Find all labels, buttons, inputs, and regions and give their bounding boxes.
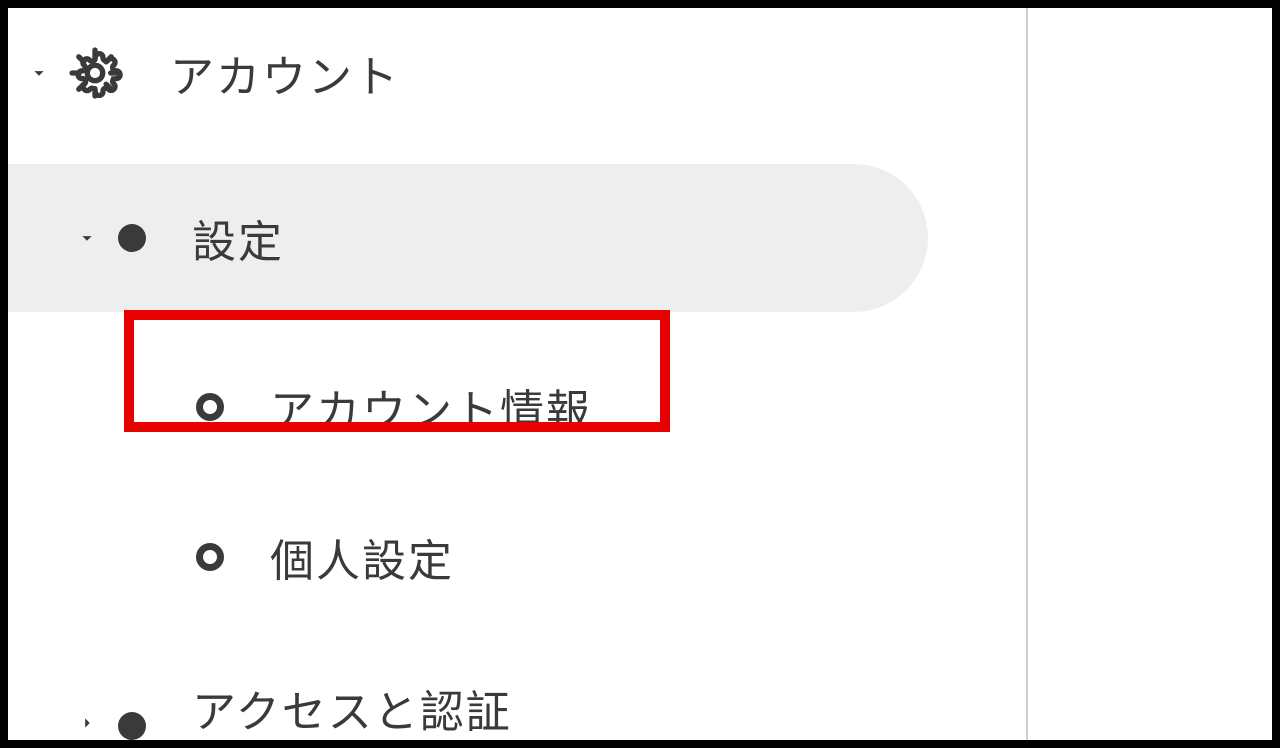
- chevron-down-icon[interactable]: [22, 56, 56, 90]
- tree-item-access-auth[interactable]: アクセスと認証: [8, 642, 1008, 742]
- bullet-filled-icon: [118, 712, 146, 740]
- navigation-tree: アカウント 設定 アカウント情報 個人設定: [8, 8, 1008, 742]
- chevron-down-icon[interactable]: [70, 221, 104, 255]
- gear-icon: [66, 44, 124, 102]
- bullet-filled-icon: [118, 224, 146, 252]
- tree-item-label: アカウント情報: [270, 375, 592, 439]
- tree-item-account-info[interactable]: アカウント情報: [8, 332, 1008, 482]
- bullet-hollow-icon: [196, 393, 224, 421]
- tree-item-label: アカウント: [170, 41, 400, 105]
- tree-item-label: 個人設定: [270, 525, 454, 589]
- tree-item-personal-settings[interactable]: 個人設定: [8, 482, 1008, 632]
- tree-item-label: アクセスと認証: [192, 676, 512, 740]
- tree-item-label: 設定: [192, 206, 284, 270]
- app-frame: アカウント 設定 アカウント情報 個人設定: [0, 0, 1280, 748]
- tree-item-settings[interactable]: 設定: [8, 164, 928, 312]
- bullet-hollow-icon: [196, 543, 224, 571]
- tree-children: アカウント情報 個人設定: [8, 332, 1008, 632]
- vertical-divider: [1026, 8, 1028, 740]
- tree-item-account[interactable]: アカウント: [8, 18, 1008, 128]
- chevron-right-icon[interactable]: [70, 706, 104, 740]
